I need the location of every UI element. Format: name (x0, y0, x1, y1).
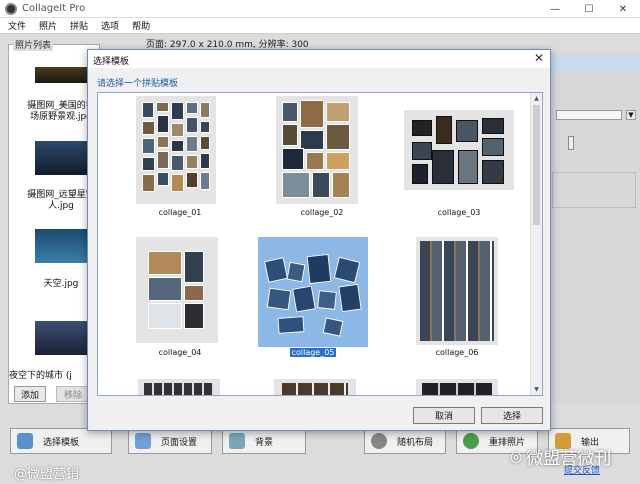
select-button[interactable]: 选择 (481, 407, 543, 424)
app-logo-icon (5, 3, 17, 15)
close-window-button[interactable]: ✕ (606, 0, 640, 18)
chevron-down-icon[interactable]: ▼ (626, 110, 636, 120)
photo-list-title: 照片列表 (13, 38, 54, 51)
gallery-scrollbar[interactable]: ▲ ▼ (530, 93, 542, 395)
scroll-up-icon[interactable]: ▲ (531, 93, 542, 104)
template-thumbnail (404, 110, 514, 190)
dialog-titlebar: 选择模板 ✕ (88, 50, 550, 68)
template-collage-03[interactable]: collage_03 (404, 96, 520, 220)
template-collage-02[interactable]: collage_02 (274, 96, 370, 220)
settings-header (548, 55, 640, 71)
background-icon (229, 433, 245, 449)
menu-photos[interactable]: 照片 (39, 19, 57, 32)
menu-file[interactable]: 文件 (8, 19, 26, 32)
template-row-partial[interactable] (416, 379, 498, 395)
template-thumbnail (138, 379, 220, 395)
template-grid (420, 241, 494, 341)
cancel-button[interactable]: 取消 (413, 407, 475, 424)
template-collage-01[interactable]: collage_01 (132, 96, 228, 220)
scrollbar-thumb[interactable] (533, 105, 540, 225)
template-collage-04[interactable]: collage_04 (132, 237, 228, 361)
template-name: collage_03 (437, 208, 481, 217)
window-controls: — ☐ ✕ (538, 0, 640, 18)
template-thumbnail (416, 237, 498, 345)
close-icon[interactable]: ✕ (534, 51, 544, 65)
settings-group (552, 172, 636, 208)
template-thumbnail (136, 237, 218, 343)
template-thumbnail (258, 237, 368, 347)
page-setup-label: 页面设置 (161, 437, 198, 448)
settings-panel: ▼ (548, 52, 640, 402)
template-row-partial[interactable] (138, 379, 220, 395)
template-dialog: 选择模板 ✕ 请选择一个拼贴模板 collage_01 collage_02 c… (87, 49, 551, 431)
menu-help[interactable]: 帮助 (132, 19, 150, 32)
remove-photo-button[interactable]: 移除 (56, 386, 90, 402)
template-thumbnail (276, 96, 358, 204)
template-name: collage_02 (300, 208, 344, 217)
maximize-button[interactable]: ☐ (572, 0, 606, 18)
template-icon (17, 433, 33, 449)
dialog-prompt: 请选择一个拼贴模板 (97, 79, 179, 89)
template-collage-05[interactable]: collage_05 (258, 237, 370, 361)
template-name-selected: collage_05 (258, 348, 368, 357)
background-button[interactable]: 背景 (222, 428, 306, 454)
app-titlebar: CollageIt Pro — ☐ ✕ (0, 0, 640, 18)
minimize-button[interactable]: — (538, 0, 572, 18)
template-gallery: collage_01 collage_02 collage_03 collage… (97, 92, 543, 396)
template-name: collage_05 (289, 348, 337, 357)
random-layout-label: 随机布局 (397, 437, 434, 448)
template-thumbnail (416, 379, 498, 395)
watermark-text: @微盟营销 (14, 467, 80, 482)
feedback-link[interactable]: 提交反馈 (564, 463, 600, 476)
wechat-icon: ◎ (510, 448, 523, 465)
template-row-partial[interactable] (274, 379, 356, 395)
menu-options[interactable]: 选项 (101, 19, 119, 32)
background-label: 背景 (255, 437, 274, 448)
app-title: CollageIt Pro (22, 3, 86, 14)
page-setup-button[interactable]: 页面设置 (128, 428, 212, 454)
template-thumbnail (136, 96, 216, 204)
choose-template-button[interactable]: 选择模板 (10, 428, 112, 454)
menu-bar: 文件 照片 拼贴 选项 帮助 (0, 18, 640, 34)
dice-icon (371, 433, 387, 449)
random-layout-button[interactable]: 随机布局 (364, 428, 446, 454)
refresh-icon (463, 433, 479, 449)
template-name: collage_06 (435, 348, 479, 357)
page-icon (135, 433, 151, 449)
template-collage-06[interactable]: collage_06 (416, 237, 512, 361)
settings-dropdown[interactable] (556, 110, 622, 120)
slider-handle[interactable] (568, 136, 574, 150)
scroll-down-icon[interactable]: ▼ (531, 384, 542, 395)
photo-label: 夜空下的城市 (j (9, 371, 72, 381)
menu-collage[interactable]: 拼贴 (70, 19, 88, 32)
template-thumbnail (274, 379, 356, 395)
choose-template-label: 选择模板 (43, 437, 80, 448)
dialog-title: 选择模板 (93, 57, 130, 67)
template-name: collage_04 (158, 348, 202, 357)
add-photo-button[interactable]: 添加 (14, 386, 46, 402)
template-name: collage_01 (158, 208, 202, 217)
